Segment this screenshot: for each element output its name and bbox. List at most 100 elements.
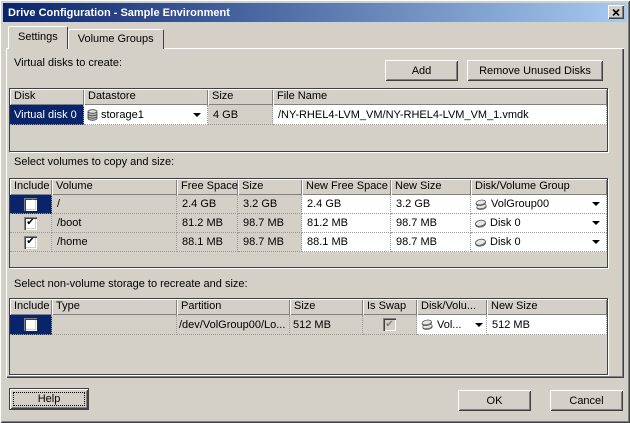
col-size: Size — [290, 299, 363, 315]
col-disk: Disk — [10, 89, 84, 105]
non-volume-label: Select non-volume storage to recreate an… — [14, 278, 248, 290]
col-volume: Volume — [52, 179, 177, 195]
col-new-size: New Size — [487, 299, 607, 315]
include-checkbox[interactable]: ✔ — [24, 236, 37, 249]
window-title: Drive Configuration - Sample Environment — [8, 7, 230, 19]
cancel-button-label: Cancel — [569, 395, 603, 407]
new-free-space-field[interactable]: 88.1 MB — [302, 233, 391, 252]
volume-group-icon — [420, 318, 434, 331]
disk-volume-group-value: Disk 0 — [490, 236, 521, 248]
tab-settings[interactable]: Settings — [8, 26, 68, 49]
non-volume-table: Include Type Partition Size Is Swap Disk… — [9, 298, 608, 375]
tab-strip: Settings Volume Groups — [8, 26, 164, 49]
close-icon — [612, 9, 620, 16]
cancel-button[interactable]: Cancel — [550, 390, 623, 411]
volumes-header: Include Volume Free Space Size New Free … — [10, 179, 607, 195]
is-swap-checkbox: ✔ — [383, 318, 396, 331]
tab-settings-label: Settings — [18, 31, 58, 43]
disk-volume-group-combo[interactable]: VolGroup00 — [471, 195, 607, 214]
dropdown-arrow-icon[interactable] — [592, 202, 600, 206]
table-row[interactable]: ✔ /boot 81.2 MB 98.7 MB 81.2 MB 98.7 MB — [10, 214, 607, 233]
new-size-field[interactable]: 98.7 MB — [391, 214, 471, 233]
col-size: Size — [208, 89, 273, 105]
col-datastore: Datastore — [84, 89, 208, 105]
new-size-field[interactable]: 512 MB — [487, 315, 607, 335]
include-checkbox[interactable]: ✔ — [24, 318, 37, 331]
help-button-label: Help — [38, 393, 61, 405]
free-space-cell: 88.1 MB — [177, 233, 238, 252]
disk-volume-group-combo[interactable]: Disk 0 — [471, 233, 607, 252]
size-cell: 512 MB — [290, 315, 363, 335]
dropdown-arrow-icon[interactable] — [592, 240, 600, 244]
tab-volume-groups-label: Volume Groups — [78, 33, 154, 45]
disk-volume-group-value: VolGroup00 — [491, 198, 549, 210]
ok-button[interactable]: OK — [458, 390, 531, 411]
virtual-disks-table: Disk Datastore Size File Name Virtual di… — [9, 88, 608, 152]
disk-name-cell[interactable]: Virtual disk 0 — [10, 105, 84, 125]
free-space-cell: 2.4 GB — [177, 195, 238, 214]
col-partition: Partition — [177, 299, 290, 315]
volume-cell: /boot — [52, 214, 177, 233]
include-checkbox[interactable]: ✔ — [24, 198, 37, 211]
disk-volume-group-value: Disk 0 — [490, 217, 521, 229]
include-cell: ✔ — [10, 233, 52, 252]
disk-volume-group-combo[interactable]: Disk 0 — [471, 214, 607, 233]
datastore-value: storage1 — [101, 109, 144, 121]
col-include: Include — [10, 299, 52, 315]
size-cell: 3.2 GB — [238, 195, 302, 214]
col-is-swap: Is Swap — [363, 299, 417, 315]
size-cell: 4 GB — [208, 105, 273, 125]
add-button-label: Add — [412, 65, 432, 77]
col-disk-volu: Disk/Volu... — [417, 299, 487, 315]
col-disk-volume-group: Disk/Volume Group — [471, 179, 607, 195]
settings-tab-page: Virtual disks to create: Add Remove Unus… — [6, 48, 624, 378]
include-cell: ✔ — [10, 214, 52, 233]
volumes-table: Include Volume Free Space Size New Free … — [9, 178, 608, 268]
is-swap-cell: ✔ — [363, 315, 417, 335]
datastore-combo[interactable]: storage1 — [84, 105, 208, 125]
ok-button-label: OK — [487, 395, 503, 407]
table-row[interactable]: ✔ /home 88.1 MB 98.7 MB 88.1 MB 98.7 MB — [10, 233, 607, 252]
new-size-field[interactable]: 3.2 GB — [391, 195, 471, 214]
virtual-disks-label: Virtual disks to create: — [14, 57, 122, 69]
remove-unused-disks-button[interactable]: Remove Unused Disks — [467, 60, 603, 81]
volume-cell: /home — [52, 233, 177, 252]
new-size-field[interactable]: 98.7 MB — [391, 233, 471, 252]
drive-configuration-dialog: Drive Configuration - Sample Environment… — [0, 0, 630, 423]
dropdown-arrow-icon[interactable] — [193, 113, 201, 117]
help-button[interactable]: Help — [10, 389, 88, 409]
close-button[interactable] — [608, 5, 624, 19]
disk-volume-value: Vol... — [437, 319, 461, 331]
col-new-free-space: New Free Space — [302, 179, 391, 195]
include-checkbox[interactable]: ✔ — [24, 217, 37, 230]
remove-unused-disks-label: Remove Unused Disks — [479, 65, 591, 77]
add-button[interactable]: Add — [385, 60, 458, 81]
col-include: Include — [10, 179, 52, 195]
datastore-icon — [87, 109, 98, 121]
type-cell — [52, 315, 177, 335]
volume-cell: / — [52, 195, 177, 214]
include-cell: ✔ — [10, 315, 52, 335]
include-cell: ✔ — [10, 195, 52, 214]
size-cell: 98.7 MB — [238, 233, 302, 252]
volumes-label: Select volumes to copy and size: — [14, 156, 174, 168]
volume-group-icon — [474, 198, 488, 211]
partition-cell: /dev/VolGroup00/Lo... — [177, 315, 290, 335]
col-type: Type — [52, 299, 177, 315]
new-free-space-field[interactable]: 81.2 MB — [302, 214, 391, 233]
col-file-name: File Name — [273, 89, 607, 105]
disk-volume-combo[interactable]: Vol... — [417, 315, 487, 335]
free-space-cell: 81.2 MB — [177, 214, 238, 233]
titlebar[interactable]: Drive Configuration - Sample Environment — [3, 3, 627, 22]
table-row[interactable]: Virtual disk 0 storage1 4 GB /NY-RHEL4-L… — [10, 105, 607, 125]
size-cell: 98.7 MB — [238, 214, 302, 233]
table-row[interactable]: ✔ /dev/VolGroup00/Lo... 512 MB ✔ — [10, 315, 607, 335]
dropdown-arrow-icon[interactable] — [592, 221, 600, 225]
disk-icon — [474, 237, 487, 248]
table-row[interactable]: ✔ / 2.4 GB 3.2 GB 2.4 GB 3.2 GB — [10, 195, 607, 214]
new-free-space-field[interactable]: 2.4 GB — [302, 195, 391, 214]
dropdown-arrow-icon[interactable] — [475, 323, 483, 327]
tab-volume-groups[interactable]: Volume Groups — [68, 29, 164, 49]
col-size: Size — [238, 179, 302, 195]
file-name-cell[interactable]: /NY-RHEL4-LVM_VM/NY-RHEL4-LVM_VM_1.vmdk — [273, 105, 607, 125]
